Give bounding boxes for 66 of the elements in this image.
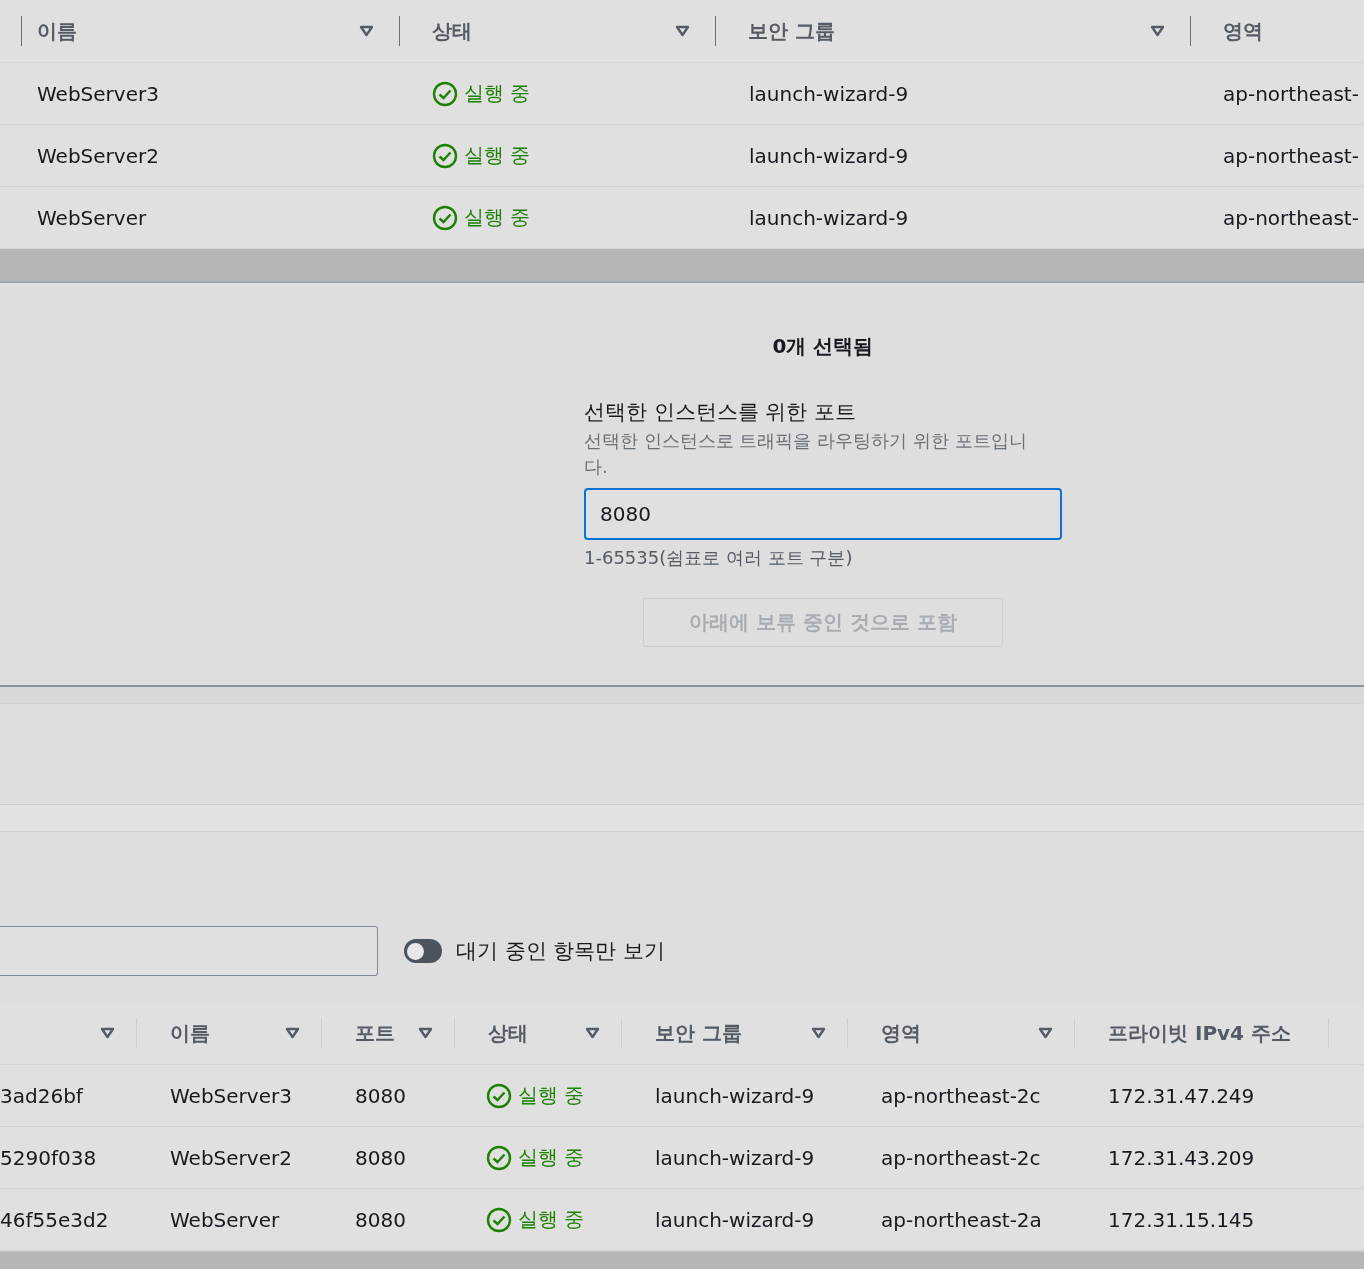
column-header[interactable]: 보안 그룹 (655, 1019, 742, 1047)
table-cell: 172.31.43.209 (1108, 1145, 1255, 1170)
field-constraint: 1-65535(쉼표로 여러 포트 구분) (584, 546, 854, 570)
sort-caret-icon[interactable] (1150, 25, 1165, 37)
sort-caret-icon[interactable] (359, 25, 374, 37)
table-cell: launch-wizard-9 (749, 205, 909, 230)
table-cell: launch-wizard-9 (655, 1207, 815, 1232)
sort-caret-icon[interactable] (675, 25, 690, 37)
port-input-field[interactable]: 8080 (584, 488, 1062, 540)
table-cell: ap-northeast- (1223, 205, 1359, 230)
status-text: 실행 중 (518, 1082, 585, 1109)
table-cell: ap-northeast- (1223, 143, 1359, 168)
field-label: 선택한 인스턴스를 위한 포트 (584, 399, 858, 426)
table-cell: 5290f038 (0, 1145, 97, 1170)
table-cell: 3ad26bf (0, 1083, 83, 1108)
table-cell: ap-northeast-2c (881, 1145, 1041, 1170)
sort-caret-icon[interactable] (418, 1027, 433, 1039)
column-header[interactable]: 이름 (37, 17, 77, 45)
table-cell: 8080 (355, 1145, 406, 1170)
column-header[interactable]: 이름 (170, 1019, 210, 1047)
table-cell: 46f55e3d2 (0, 1207, 109, 1232)
table-cell: 172.31.47.249 (1108, 1083, 1255, 1108)
selection-count: 0개 선택됨 (772, 333, 874, 360)
table-cell: launch-wizard-9 (749, 81, 909, 106)
status-text: 실행 중 (518, 1144, 585, 1171)
toggle-label: 대기 중인 항목만 보기 (456, 938, 666, 965)
table-cell: ap-northeast-2c (881, 1083, 1041, 1108)
column-header[interactable]: 영역 (1223, 17, 1263, 45)
check-circle-icon (432, 80, 458, 107)
status-text: 실행 중 (464, 204, 531, 231)
table-cell: 8080 (355, 1207, 406, 1232)
sort-caret-icon[interactable] (285, 1027, 300, 1039)
table-cell: launch-wizard-9 (749, 143, 909, 168)
field-description: 선택한 인스턴스로 트래픽을 라우팅하기 위한 포트입니다. (584, 429, 1028, 479)
table-cell: ap-northeast- (1223, 81, 1359, 106)
column-header[interactable]: 프라이빗 IPv4 주소 (1108, 1019, 1291, 1047)
status-text: 실행 중 (464, 80, 531, 107)
table-cell: WebServer2 (170, 1145, 292, 1170)
sort-caret-icon[interactable] (811, 1027, 826, 1039)
column-header[interactable]: 상태 (432, 17, 472, 45)
status-text: 실행 중 (518, 1206, 585, 1233)
table-cell: WebServer2 (37, 143, 159, 168)
table-cell: launch-wizard-9 (655, 1083, 815, 1108)
column-header[interactable]: 영역 (881, 1019, 921, 1047)
check-circle-icon (486, 1082, 512, 1109)
status-text: 실행 중 (464, 142, 531, 169)
check-circle-icon (486, 1206, 512, 1233)
column-header[interactable]: 상태 (488, 1019, 528, 1047)
check-circle-icon (486, 1144, 512, 1171)
table-cell: WebServer (37, 205, 147, 230)
table-cell: ap-northeast-2a (881, 1207, 1042, 1232)
column-header[interactable]: 포트 (355, 1019, 395, 1047)
table-cell: launch-wizard-9 (655, 1145, 815, 1170)
column-header[interactable]: 보안 그룹 (748, 17, 835, 45)
sort-caret-icon[interactable] (585, 1027, 600, 1039)
sort-caret-icon[interactable] (100, 1027, 115, 1039)
search-field[interactable] (0, 926, 378, 976)
table-cell: 8080 (355, 1083, 406, 1108)
table-cell: 172.31.15.145 (1108, 1207, 1255, 1232)
check-circle-icon (432, 142, 458, 169)
check-circle-icon (432, 204, 458, 231)
toggle-switch[interactable] (404, 939, 442, 963)
table-cell: WebServer3 (170, 1083, 292, 1108)
sort-caret-icon[interactable] (1038, 1027, 1053, 1039)
table-cell: WebServer3 (37, 81, 159, 106)
table-cell: WebServer (170, 1207, 280, 1232)
